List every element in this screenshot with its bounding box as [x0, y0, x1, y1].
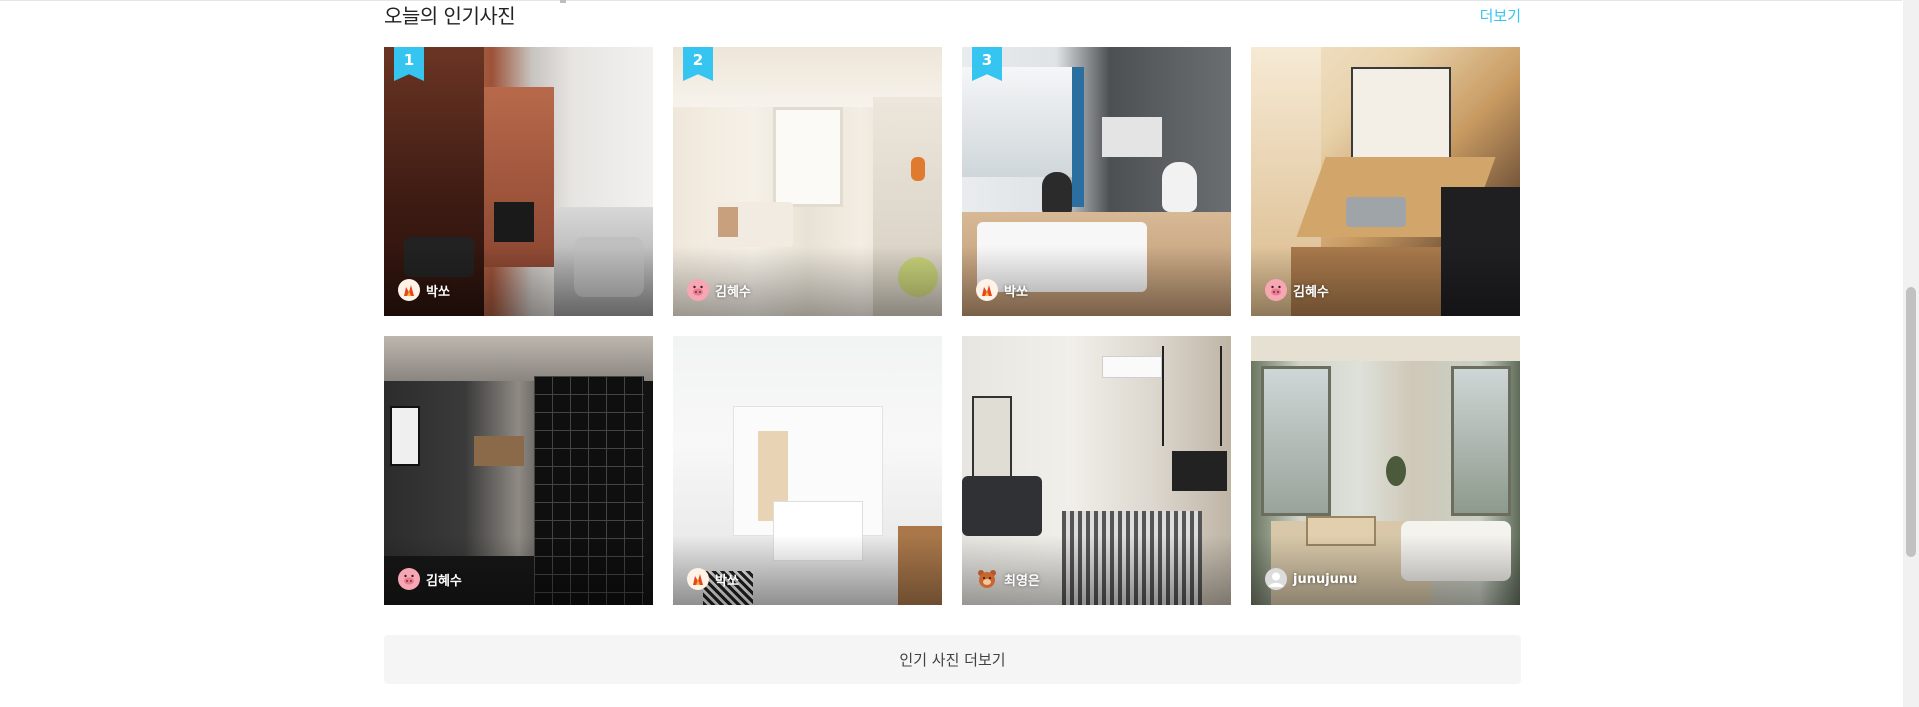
section-title: 오늘의 인기사진 [384, 4, 516, 28]
photo-card[interactable]: 김혜수 [1251, 47, 1520, 316]
fire-avatar-icon [976, 279, 998, 301]
author-info[interactable]: 최영은 [976, 568, 1040, 590]
scrollbar-thumb[interactable] [1906, 287, 1916, 557]
interior-photo [673, 47, 942, 316]
author-name: 박쏘 [715, 573, 739, 589]
interior-photo [962, 47, 1231, 316]
author-info[interactable]: 박쏘 [398, 279, 450, 301]
pig-avatar-icon [398, 568, 420, 590]
author-info[interactable]: 박쏘 [976, 279, 1028, 301]
author-name: 박쏘 [1004, 284, 1028, 300]
photo-card[interactable]: 3 박쏘 [962, 47, 1231, 316]
author-name: 최영은 [1004, 573, 1040, 589]
popular-photos-section: 오늘의 인기사진 더보기 1 박쏘 2 김혜수 3 박쏘 김혜수 김혜수 박쏘 … [384, 0, 1521, 707]
load-more-photos-button[interactable]: 인기 사진 더보기 [384, 635, 1521, 684]
photo-card[interactable]: junujunu [1251, 336, 1520, 605]
interior-photo [384, 336, 653, 605]
author-info[interactable]: 박쏘 [687, 568, 739, 590]
photo-card[interactable]: 김혜수 [384, 336, 653, 605]
bear-avatar-icon [976, 568, 998, 590]
photo-card[interactable]: 박쏘 [673, 336, 942, 605]
pig-avatar-icon [687, 279, 709, 301]
pig-avatar-icon [1265, 279, 1287, 301]
interior-photo [384, 47, 653, 316]
fire-avatar-icon [687, 568, 709, 590]
author-info[interactable]: 김혜수 [398, 568, 462, 590]
vertical-scrollbar[interactable] [1903, 0, 1919, 707]
interior-photo [962, 336, 1231, 605]
interior-photo [673, 336, 942, 605]
photo-card[interactable]: 최영은 [962, 336, 1231, 605]
author-name: 김혜수 [715, 284, 751, 300]
interior-photo [1251, 336, 1520, 605]
interior-photo [1251, 47, 1520, 316]
author-name: 김혜수 [1293, 284, 1329, 300]
author-info[interactable]: 김혜수 [1265, 279, 1329, 301]
author-info[interactable]: junujunu [1265, 568, 1357, 590]
photo-grid: 1 박쏘 2 김혜수 3 박쏘 김혜수 김혜수 박쏘 최영은 junujunu [384, 47, 1521, 605]
page: 오늘의 인기사진 더보기 1 박쏘 2 김혜수 3 박쏘 김혜수 김혜수 박쏘 … [0, 0, 1919, 707]
default-user-avatar-icon [1265, 568, 1287, 590]
author-name: 김혜수 [426, 573, 462, 589]
fire-avatar-icon [398, 279, 420, 301]
author-name: junujunu [1293, 571, 1358, 587]
author-name: 박쏘 [426, 284, 450, 300]
author-info[interactable]: 김혜수 [687, 279, 751, 301]
more-link[interactable]: 더보기 [1480, 6, 1521, 26]
photo-card[interactable]: 2 김혜수 [673, 47, 942, 316]
photo-card[interactable]: 1 박쏘 [384, 47, 653, 316]
